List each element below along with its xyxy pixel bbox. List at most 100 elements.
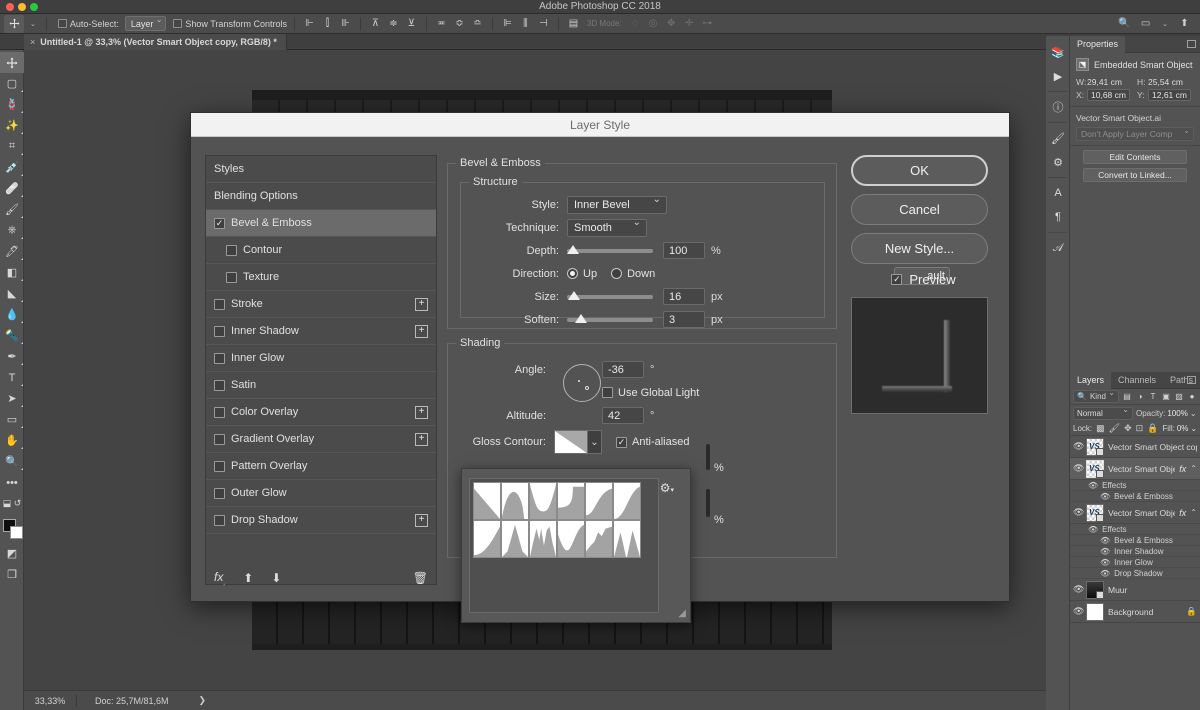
eye-icon[interactable]: 👁 bbox=[1100, 569, 1110, 578]
align-left-edges-icon[interactable]: ⊩ bbox=[302, 16, 317, 32]
eye-icon[interactable]: 👁 bbox=[1100, 547, 1110, 556]
soften-slider[interactable] bbox=[567, 313, 653, 323]
chevron-down-icon[interactable]: ⌄ bbox=[588, 430, 602, 454]
style-item-pattern-overlay[interactable]: Pattern Overlay bbox=[206, 453, 436, 480]
crop-tool[interactable]: ⌗ bbox=[0, 136, 24, 157]
layer-row[interactable]: 👁 VS Vector Smart Object copy 2 bbox=[1070, 436, 1200, 458]
style-item-color-overlay[interactable]: Color Overlay + bbox=[206, 399, 436, 426]
preview-row[interactable]: Preview bbox=[851, 272, 996, 287]
soften-field[interactable]: 3 bbox=[663, 311, 705, 328]
align-vertical-centers-icon[interactable]: ≑ bbox=[386, 16, 401, 32]
filter-pixel-icon[interactable]: ▤ bbox=[1122, 392, 1132, 401]
add-effect-icon[interactable]: + bbox=[415, 432, 428, 446]
contour-swatch-cone-inverted[interactable] bbox=[529, 482, 557, 520]
quick-select-tool[interactable]: ✨ bbox=[0, 115, 24, 136]
style-checkbox[interactable] bbox=[214, 298, 225, 310]
style-item-bevel-emboss[interactable]: Bevel & Emboss bbox=[206, 210, 436, 237]
style-item-contour[interactable]: Contour bbox=[206, 237, 436, 264]
distribute-top-edges-icon[interactable]: ≖ bbox=[434, 16, 449, 32]
lock-image-icon[interactable]: 🖌 bbox=[1109, 423, 1120, 434]
style-checkbox[interactable] bbox=[214, 460, 225, 472]
layer-effect-item[interactable]: 👁 Inner Glow bbox=[1070, 557, 1200, 568]
layer-style-dialog[interactable]: Layer Style Styles Blending Options Beve… bbox=[190, 112, 1010, 623]
size-field[interactable]: 16 bbox=[663, 288, 705, 305]
shape-tool[interactable]: ▭ bbox=[0, 409, 24, 430]
move-tool-icon[interactable] bbox=[4, 14, 24, 33]
layer-row[interactable]: 👁 VS Vector Smart Object fx ⌃ bbox=[1070, 502, 1200, 524]
tab-properties[interactable]: Properties bbox=[1070, 35, 1126, 53]
roll-3d-icon[interactable]: ◎ bbox=[646, 16, 661, 32]
style-checkbox[interactable] bbox=[214, 352, 225, 364]
chevron-up-icon[interactable]: ⌃ bbox=[1190, 508, 1197, 517]
layer-effect-item[interactable]: 👁 Bevel & Emboss bbox=[1070, 491, 1200, 502]
lock-artboard-icon[interactable]: ⊡ bbox=[1136, 423, 1144, 434]
layer-effect-item[interactable]: 👁 Bevel & Emboss bbox=[1070, 535, 1200, 546]
layer-effects-icon[interactable]: fx bbox=[1179, 464, 1186, 474]
altitude-field[interactable]: 42 bbox=[602, 407, 644, 424]
move-effect-down-icon[interactable]: ⬇ bbox=[271, 571, 281, 585]
chevron-down-icon[interactable]: ⌄ bbox=[1190, 409, 1197, 418]
style-checkbox[interactable] bbox=[214, 325, 225, 337]
more-tools-button[interactable]: ••• bbox=[0, 472, 24, 493]
style-checkbox[interactable] bbox=[214, 514, 225, 526]
filter-shape-icon[interactable]: ▣ bbox=[1161, 392, 1171, 401]
marquee-tool[interactable]: ▢ bbox=[0, 73, 24, 94]
align-top-edges-icon[interactable]: ⊼ bbox=[368, 16, 383, 32]
technique-dropdown[interactable]: Smooth bbox=[567, 217, 647, 237]
auto-select-checkbox[interactable]: Auto-Select: bbox=[57, 19, 119, 29]
layer-effect-item[interactable]: 👁 Drop Shadow bbox=[1070, 568, 1200, 579]
layer-effects-group[interactable]: 👁 Effects bbox=[1070, 524, 1200, 535]
filter-kind-dropdown[interactable]: 🔍 Kind bbox=[1073, 388, 1119, 403]
add-effect-icon[interactable]: + bbox=[415, 297, 428, 311]
layer-thumbnail[interactable]: VS bbox=[1086, 459, 1104, 478]
style-item-blending-options[interactable]: Blending Options bbox=[206, 183, 436, 210]
style-item-outer-glow[interactable]: Outer Glow bbox=[206, 480, 436, 507]
eraser-tool[interactable]: ◧ bbox=[0, 262, 24, 283]
zoom-tool[interactable]: 🔍 bbox=[0, 451, 24, 472]
eye-icon[interactable]: 👁 bbox=[1100, 558, 1110, 567]
adjustments-icon[interactable]: ▶ bbox=[1046, 64, 1070, 88]
workspace-caret-icon[interactable]: ⌄ bbox=[1159, 20, 1171, 28]
search-icon[interactable]: 🔍 bbox=[1117, 16, 1132, 32]
clone-stamp-tool[interactable]: ⎈ bbox=[0, 220, 24, 241]
distribute-horizontal-centers-icon[interactable]: ⫼ bbox=[518, 16, 533, 32]
lock-all-icon[interactable]: 🔒 bbox=[1147, 423, 1158, 434]
panel-menu-icon[interactable] bbox=[1187, 376, 1196, 384]
info-icon[interactable]: ⓘ bbox=[1046, 95, 1070, 119]
pan-3d-icon[interactable]: ✥ bbox=[664, 16, 679, 32]
angle-field[interactable]: -36 bbox=[602, 361, 644, 378]
show-transform-controls-checkbox[interactable]: Show Transform Controls bbox=[173, 19, 287, 29]
path-select-tool[interactable]: ➤ bbox=[0, 388, 24, 409]
slide-3d-icon[interactable]: ✛ bbox=[682, 16, 697, 32]
fx-menu-icon[interactable]: fx, bbox=[214, 570, 225, 586]
eye-icon[interactable]: 👁 bbox=[1073, 584, 1084, 595]
style-checkbox[interactable] bbox=[214, 433, 225, 445]
layer-row[interactable]: 👁 VS Vector Smart Object c... fx ⌃ bbox=[1070, 458, 1200, 480]
angle-dial-handle[interactable] bbox=[585, 386, 589, 390]
character-styles-icon[interactable]: 𝒜 bbox=[1046, 236, 1070, 260]
style-item-drop-shadow[interactable]: Drop Shadow + bbox=[206, 507, 436, 534]
style-item-inner-glow[interactable]: Inner Glow bbox=[206, 345, 436, 372]
direction-down-radio[interactable] bbox=[611, 268, 623, 279]
filter-adjustment-icon[interactable]: ◑ bbox=[1135, 392, 1145, 401]
layer-effects-icon[interactable]: fx bbox=[1179, 508, 1186, 518]
size-slider[interactable] bbox=[567, 290, 653, 300]
character-icon[interactable]: A bbox=[1046, 181, 1070, 205]
paragraph-icon[interactable]: ¶ bbox=[1046, 205, 1070, 229]
style-item-stroke[interactable]: Stroke + bbox=[206, 291, 436, 318]
chevron-down-icon[interactable]: ⌄ bbox=[1190, 424, 1197, 433]
direction-up-radio[interactable] bbox=[567, 268, 578, 279]
edit-contents-button[interactable]: Edit Contents bbox=[1083, 150, 1187, 164]
style-item-inner-shadow[interactable]: Inner Shadow + bbox=[206, 318, 436, 345]
style-checkbox[interactable] bbox=[226, 271, 237, 283]
opacity-control[interactable]: Opacity: 100% ⌄ bbox=[1136, 409, 1197, 418]
screen-mode-toggle[interactable]: ❐ bbox=[0, 564, 24, 585]
layer-thumbnail[interactable] bbox=[1086, 580, 1104, 599]
chevron-up-icon[interactable]: ⌃ bbox=[1190, 464, 1197, 473]
style-checkbox[interactable] bbox=[214, 217, 225, 229]
layer-thumbnail[interactable]: VS bbox=[1086, 437, 1104, 456]
brush-settings-icon[interactable]: 🖌 bbox=[1046, 126, 1070, 150]
style-item-texture[interactable]: Texture bbox=[206, 264, 436, 291]
align-right-edges-icon[interactable]: ⊪ bbox=[338, 16, 353, 32]
convert-to-linked-button[interactable]: Convert to Linked... bbox=[1083, 168, 1187, 182]
